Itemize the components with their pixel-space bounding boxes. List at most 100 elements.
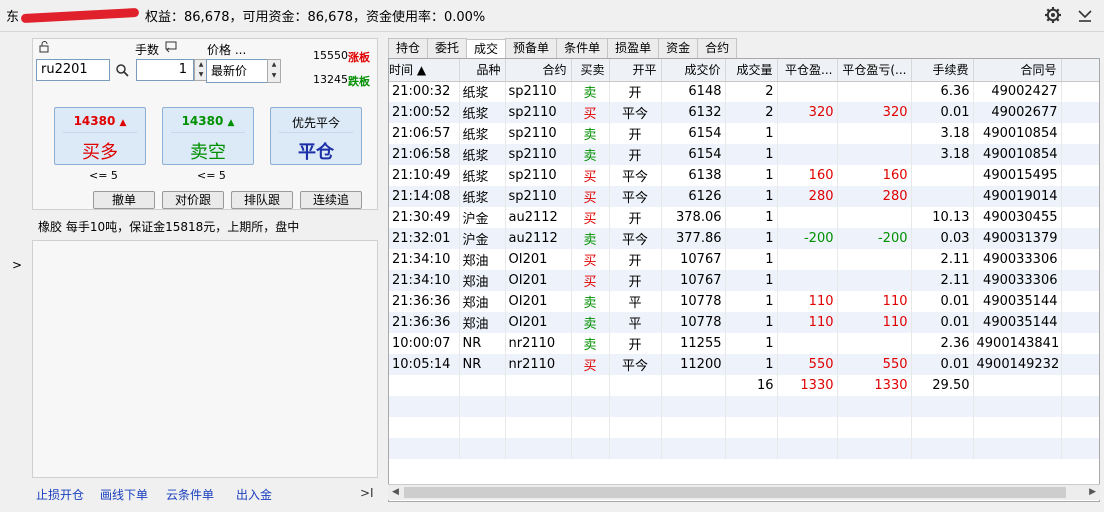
search-icon[interactable] bbox=[115, 63, 129, 80]
tab-orders[interactable]: 委托 bbox=[427, 38, 468, 58]
table-cell: -200 bbox=[837, 228, 912, 249]
qty-input[interactable]: 1 bbox=[136, 59, 194, 81]
table-cell: 21:14:08 bbox=[389, 186, 460, 207]
column-header[interactable]: 成交量 bbox=[725, 59, 778, 82]
column-header[interactable]: 品种 bbox=[459, 59, 506, 82]
table-cell: 236 bbox=[1061, 354, 1099, 375]
table-cell: 2.11 bbox=[911, 270, 974, 291]
column-header[interactable]: 平仓盈亏(... bbox=[837, 59, 912, 82]
cancel-order-button[interactable]: 撤单 bbox=[93, 191, 155, 209]
scrollbar-thumb[interactable] bbox=[404, 487, 1066, 498]
table-cell: 10:00:07 bbox=[389, 333, 460, 354]
column-header[interactable]: 买卖 bbox=[571, 59, 610, 82]
table-cell bbox=[837, 81, 912, 102]
tab-stop-orders[interactable]: 损盈单 bbox=[607, 38, 660, 58]
tab-trades[interactable]: 成交 bbox=[466, 39, 507, 59]
table-row[interactable]: 21:36:36 郑油 OI201 卖平 10778 1 110 110 0.01 4900351… bbox=[389, 312, 1099, 333]
table-cell: 228 bbox=[1061, 333, 1099, 354]
table-cell: au2112 bbox=[505, 207, 572, 228]
table-cell: 10:05:14 bbox=[389, 354, 460, 375]
table-row[interactable]: 21:14:08纸浆sp2110买平今612612802804900190143… bbox=[389, 186, 1099, 207]
deposit-withdraw-link[interactable]: 出入金 bbox=[236, 486, 272, 503]
buy-price: 14380 bbox=[73, 114, 116, 128]
table-row[interactable]: 21:00:52 纸浆 sp2110 买平今 6132 2 320 320 0.01 490026… bbox=[389, 102, 1099, 123]
table-cell: 11200 bbox=[661, 354, 726, 375]
contract-input[interactable]: ru2201 bbox=[36, 59, 110, 81]
trades-table-container: 时间 ▲品种合约买卖开平成交价成交量平仓盈...平仓盈亏(...手续费合同号主 … bbox=[388, 58, 1100, 502]
table-cell: 6138 bbox=[661, 165, 726, 186]
close-today-hint: 优先平今 bbox=[291, 116, 340, 130]
close-position-button[interactable]: 优先平今 平仓 bbox=[270, 107, 362, 165]
table-cell: 卖 bbox=[571, 333, 610, 354]
table-row[interactable]: 21:36:36 郑油 OI201 卖平 10778 1 110 110 0.01 4900351… bbox=[389, 291, 1099, 312]
table-cell: 10778 bbox=[661, 312, 726, 333]
qty-label: 手数 bbox=[135, 43, 160, 57]
totals-row[interactable]: 16 1330 1330 29.50 bbox=[389, 375, 1099, 396]
table-row[interactable]: 21:10:49纸浆sp2110买平今613811601604900154952… bbox=[389, 165, 1099, 186]
table-cell: -200 bbox=[777, 228, 838, 249]
table-row[interactable]: 10:05:14 NR nr2110 买平今 11200 1 550 550 0.01 49001… bbox=[389, 354, 1099, 375]
scroll-right-icon[interactable]: ▶ bbox=[1089, 485, 1096, 500]
table-row[interactable]: 21:06:57纸浆sp2110卖开61541 3.1849001085422 bbox=[389, 123, 1099, 144]
line-order-link[interactable]: 画线下单 bbox=[100, 486, 148, 503]
product-info: 橡胶 每手10吨，保证金15818元，上期所，盘中 bbox=[38, 220, 300, 234]
column-header[interactable]: 开平 bbox=[609, 59, 662, 82]
table-row[interactable]: 21:30:49沪金au2112买开378.061 10.134900304555… bbox=[389, 207, 1099, 228]
column-header[interactable]: 时间 ▲ bbox=[389, 59, 460, 82]
price-type-select[interactable]: 最新价 bbox=[206, 59, 268, 83]
column-header[interactable]: 合同号 bbox=[973, 59, 1062, 82]
table-row[interactable]: 10:00:07NRnr2110卖开112551 2.36490014384122… bbox=[389, 333, 1099, 354]
horizontal-scrollbar[interactable]: ◀ ▶ bbox=[388, 484, 1100, 500]
price-stepper[interactable]: ▲ ▼ bbox=[267, 59, 281, 83]
sell-short-button[interactable]: 14380 ▲ 卖空 bbox=[162, 107, 254, 165]
column-header[interactable]: 成交价 bbox=[661, 59, 726, 82]
table-cell: 1 bbox=[725, 228, 778, 249]
table-row[interactable]: 21:00:32纸浆sp2110卖开61482 6.36490024275 bbox=[389, 81, 1099, 102]
expand-side-toggle[interactable]: > bbox=[12, 258, 22, 272]
tab-positions[interactable]: 持仓 bbox=[388, 38, 429, 58]
table-cell: 490015495 bbox=[973, 165, 1062, 186]
table-cell: 纸浆 bbox=[459, 81, 506, 102]
table-cell bbox=[777, 81, 838, 102]
stop-loss-open-link[interactable]: 止损开仓 bbox=[36, 486, 84, 503]
counter-price-follow-button[interactable]: 对价跟 bbox=[162, 191, 224, 209]
buy-long-button[interactable]: 14380 ▲ 买多 bbox=[54, 107, 146, 165]
table-row[interactable]: 21:06:58纸浆sp2110卖开61541 3.1849001085422 bbox=[389, 144, 1099, 165]
continuous-chase-button[interactable]: 连续追 bbox=[300, 191, 362, 209]
table-cell: 纸浆 bbox=[459, 102, 506, 123]
table-cell: 21:30:49 bbox=[389, 207, 460, 228]
qty-toggle-icon[interactable] bbox=[165, 41, 177, 56]
tab-prepared-orders[interactable]: 预备单 bbox=[505, 38, 558, 58]
cloud-condition-order-link[interactable]: 云条件单 bbox=[166, 486, 214, 503]
queue-follow-button[interactable]: 排队跟 bbox=[231, 191, 293, 209]
column-header[interactable]: 主 bbox=[1061, 59, 1099, 82]
table-cell: 160 bbox=[777, 165, 838, 186]
lock-icon[interactable] bbox=[39, 41, 53, 56]
column-header[interactable]: 手续费 bbox=[911, 59, 974, 82]
table-cell: 平 bbox=[609, 312, 662, 333]
table-row[interactable]: 21:34:10郑油OI201买开107671 2.114900333062501… bbox=[389, 249, 1099, 270]
table-cell: 21:06:57 bbox=[389, 123, 460, 144]
table-row[interactable]: 21:34:10郑油OI201买开107671 2.114900333062501… bbox=[389, 270, 1099, 291]
chevron-down-icon[interactable] bbox=[1076, 6, 1094, 24]
tab-conditional-orders[interactable]: 条件单 bbox=[556, 38, 609, 58]
table-cell bbox=[777, 123, 838, 144]
column-header[interactable]: 平仓盈... bbox=[777, 59, 838, 82]
table-cell: 55 bbox=[1061, 207, 1099, 228]
expand-bottom-toggle[interactable]: >I bbox=[360, 486, 374, 500]
table-cell: 6154 bbox=[661, 123, 726, 144]
table-cell: 21:32:01 bbox=[389, 228, 460, 249]
gear-icon[interactable] bbox=[1044, 6, 1062, 24]
table-cell: 卖 bbox=[571, 144, 610, 165]
table-cell bbox=[1061, 375, 1099, 396]
column-header[interactable]: 合约 bbox=[505, 59, 572, 82]
table-cell: 320 bbox=[837, 102, 912, 123]
tab-contracts[interactable]: 合约 bbox=[697, 38, 738, 58]
scroll-left-icon[interactable]: ◀ bbox=[392, 485, 399, 500]
table-cell: 卖 bbox=[571, 291, 610, 312]
table-cell bbox=[389, 375, 460, 396]
table-cell: 280 bbox=[837, 186, 912, 207]
tab-funds[interactable]: 资金 bbox=[658, 38, 699, 58]
table-cell: 郑油 bbox=[459, 312, 506, 333]
table-row[interactable]: 21:32:01 沪金 au2112 卖平今 377.86 1 -200 -200 0.03 49… bbox=[389, 228, 1099, 249]
